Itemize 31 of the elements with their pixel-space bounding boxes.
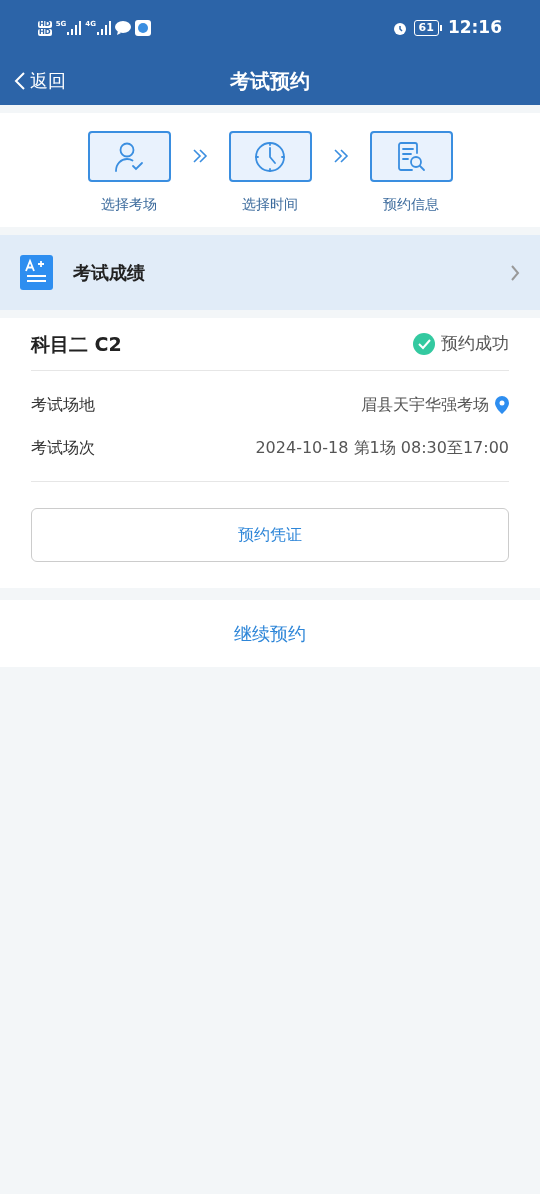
app-icon (134, 20, 151, 36)
back-icon (14, 70, 26, 91)
signal-icon (96, 21, 111, 35)
chat-bubble-icon (114, 21, 131, 35)
location-pin-icon (495, 395, 509, 414)
subject-title: 科目二 C2 (31, 331, 122, 357)
signal-icon (67, 21, 82, 35)
field-value: 眉县天宇华强考场 (361, 393, 489, 416)
chevrons-icon (331, 147, 350, 165)
person-check-icon (114, 140, 144, 173)
grade-icon (20, 255, 53, 290)
step-label: 预约信息 (383, 195, 439, 214)
voucher-button[interactable]: 预约凭证 (31, 508, 509, 562)
continue-button[interactable]: 继续预约 (0, 600, 540, 667)
page-title: 考试预约 (230, 67, 310, 95)
score-link[interactable]: 考试成绩 (0, 235, 540, 310)
document-search-icon (396, 140, 426, 173)
alarm-icon (391, 20, 408, 36)
chevrons-icon (190, 147, 209, 165)
field-value: 2024-10-18 第1场 08:30至17:00 (255, 436, 509, 459)
score-label: 考试成绩 (73, 261, 145, 285)
booking-status: 预约成功 (441, 332, 509, 356)
back-button[interactable]: 返回 (14, 67, 66, 94)
step-label: 选择考场 (101, 195, 157, 214)
step-label: 选择时间 (242, 195, 298, 214)
clock-icon (254, 140, 286, 173)
clock-time: 12:16 (447, 16, 502, 40)
field-label: 考试场地 (31, 393, 95, 416)
field-label: 考试场次 (31, 436, 95, 459)
chevron-right-icon (510, 263, 520, 282)
battery-icon: 61 (413, 20, 442, 36)
